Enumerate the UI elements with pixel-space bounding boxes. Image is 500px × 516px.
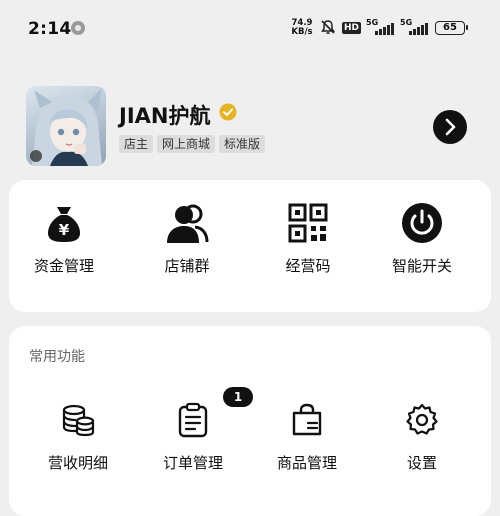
quick-action-funds[interactable]: ¥ 资金管理 [9, 201, 119, 276]
shopping-bag-icon [292, 403, 322, 436]
profile-detail-button[interactable] [433, 110, 467, 144]
function-product-management-label: 商品管理 [276, 454, 337, 472]
avatar[interactable] [26, 86, 106, 166]
tag-channel: 网上商城 [157, 135, 216, 153]
network-speed: 74.9 KB/s [289, 19, 315, 37]
quick-action-shop-group[interactable]: 店铺群 [132, 201, 242, 276]
tag-role: 店主 [119, 135, 154, 153]
quick-actions-card: ¥ 资金管理 店铺群 经营码 智能开关 [9, 180, 491, 312]
common-functions-card: 常用功能 营收明细 订单管理 1 商品管理 设置 [9, 326, 491, 516]
function-order-management-label: 订单管理 [162, 454, 223, 472]
shop-name: JIAN护航 [119, 104, 211, 128]
settings-gear-icon [406, 403, 438, 435]
order-count-badge: 1 [223, 387, 253, 407]
qr-code-icon [288, 203, 328, 243]
quick-action-business-code-label: 经营码 [285, 257, 331, 275]
notification-app-icon [71, 21, 85, 35]
avatar-illustration [30, 88, 102, 166]
function-product-management[interactable]: 商品管理 [252, 398, 362, 473]
hd-voice-icon: HD [342, 22, 362, 34]
status-time: 2:14 [28, 19, 72, 39]
function-revenue-details-label: 营收明细 [47, 454, 108, 472]
quick-action-smart-switch[interactable]: 智能开关 [367, 201, 477, 276]
verified-badge-icon [219, 103, 237, 121]
function-revenue-details[interactable]: 营收明细 [23, 398, 133, 473]
coins-icon [62, 404, 95, 437]
function-settings[interactable]: 设置 [367, 398, 477, 473]
signal-icon-sim2: 5G [400, 18, 434, 36]
chevron-right-icon [445, 118, 456, 136]
function-settings-label: 设置 [406, 454, 437, 472]
tag-edition: 标准版 [219, 135, 266, 153]
quick-action-business-code[interactable]: 经营码 [253, 201, 363, 276]
battery-icon: 65 [435, 21, 468, 35]
network-speed-unit: KB/s [291, 27, 313, 37]
shop-tags: 店主 网上商城 标准版 [119, 135, 266, 153]
quick-action-shop-group-label: 店铺群 [164, 257, 210, 275]
order-clipboard-icon [178, 402, 208, 438]
quick-action-funds-label: 资金管理 [33, 257, 94, 275]
quick-action-smart-switch-label: 智能开关 [391, 257, 452, 275]
status-bar: 2:14 74.9 KB/s HD 5G 5G 65 [0, 0, 500, 58]
function-order-management[interactable]: 订单管理 [138, 398, 248, 473]
money-bag-icon: ¥ [48, 207, 80, 242]
bell-muted-icon [321, 20, 335, 34]
svg-text:¥: ¥ [59, 221, 70, 239]
power-icon [402, 203, 442, 243]
group-icon [167, 204, 209, 243]
section-title: 常用功能 [29, 349, 85, 365]
signal-icon-sim1: 5G [366, 18, 400, 36]
